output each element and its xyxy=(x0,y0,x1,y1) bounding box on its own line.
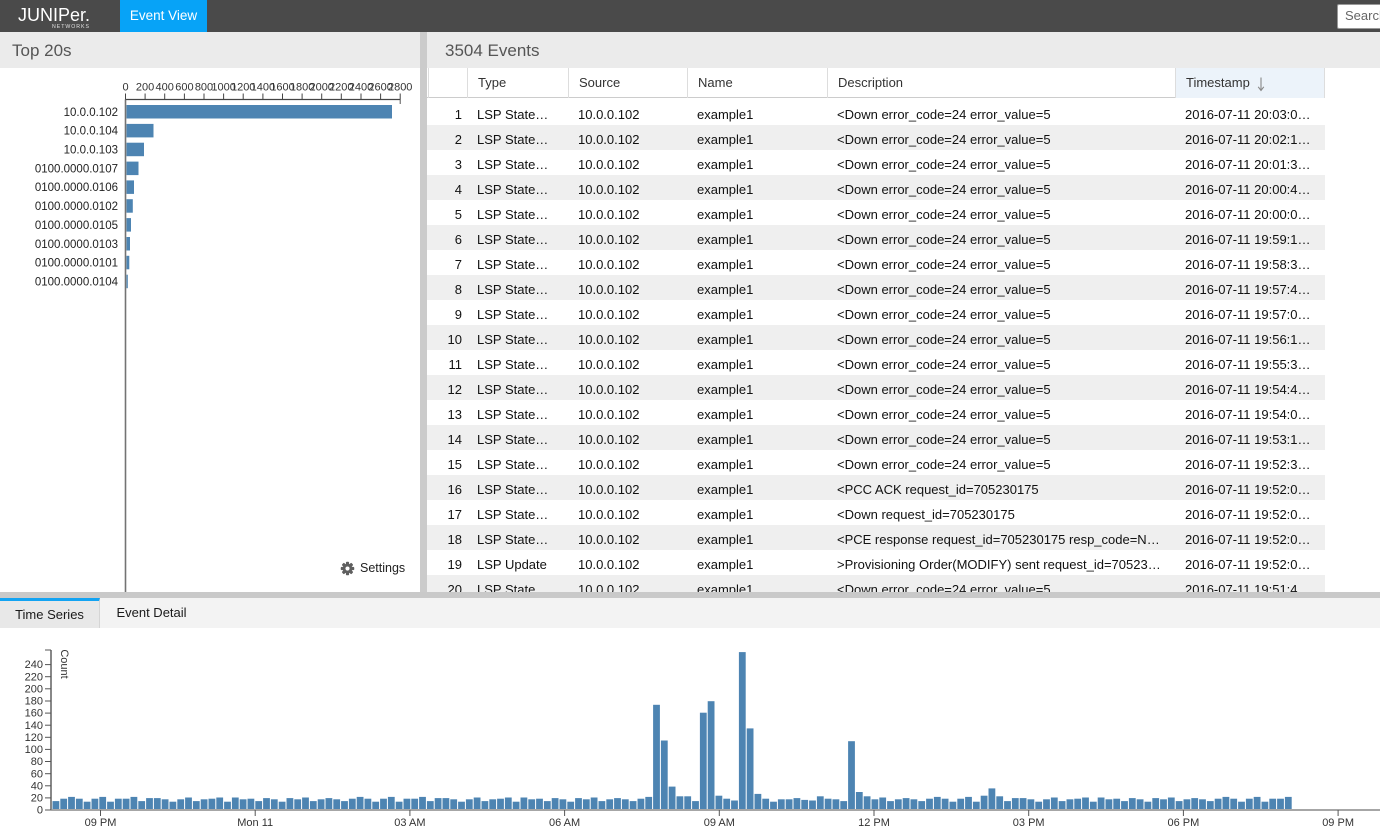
svg-text:06 AM: 06 AM xyxy=(549,817,580,829)
svg-text:400: 400 xyxy=(156,82,174,94)
svg-text:40: 40 xyxy=(31,780,43,792)
svg-text:60: 60 xyxy=(31,768,43,780)
svg-text:JUNIPer.: JUNIPer. xyxy=(18,5,90,25)
svg-text:0100.0000.0103: 0100.0000.0103 xyxy=(35,239,118,251)
svg-text:20: 20 xyxy=(31,793,43,805)
svg-text:10.0.0.104: 10.0.0.104 xyxy=(64,126,119,138)
svg-text:0100.0000.0105: 0100.0000.0105 xyxy=(35,220,118,232)
svg-text:120: 120 xyxy=(25,732,43,744)
svg-text:0: 0 xyxy=(122,82,128,94)
svg-text:09 PM: 09 PM xyxy=(1322,817,1354,829)
svg-text:10.0.0.102: 10.0.0.102 xyxy=(64,107,118,119)
svg-text:0100.0000.0101: 0100.0000.0101 xyxy=(35,258,118,270)
svg-text:2800: 2800 xyxy=(388,82,412,94)
svg-text:09 AM: 09 AM xyxy=(704,817,735,829)
svg-text:140: 140 xyxy=(25,720,43,732)
svg-text:10.0.0.103: 10.0.0.103 xyxy=(64,145,118,157)
svg-text:09 PM: 09 PM xyxy=(85,817,117,829)
svg-text:0100.0000.0104: 0100.0000.0104 xyxy=(35,277,119,289)
svg-text:100: 100 xyxy=(25,744,43,756)
svg-text:Mon 11: Mon 11 xyxy=(237,817,273,829)
svg-text:0: 0 xyxy=(37,805,43,817)
svg-text:03 PM: 03 PM xyxy=(1013,817,1045,829)
svg-text:80: 80 xyxy=(31,756,43,768)
svg-text:NETWORKS: NETWORKS xyxy=(52,24,90,30)
svg-text:06 PM: 06 PM xyxy=(1168,817,1200,829)
svg-text:200: 200 xyxy=(25,683,43,695)
svg-text:0100.0000.0102: 0100.0000.0102 xyxy=(35,201,118,213)
svg-text:240: 240 xyxy=(25,659,43,671)
svg-text:12 PM: 12 PM xyxy=(858,817,890,829)
svg-text:220: 220 xyxy=(25,671,43,683)
svg-text:180: 180 xyxy=(25,696,43,708)
svg-text:200: 200 xyxy=(136,82,154,94)
svg-text:160: 160 xyxy=(25,708,43,720)
svg-text:0100.0000.0106: 0100.0000.0106 xyxy=(35,182,118,194)
svg-text:03 AM: 03 AM xyxy=(394,817,425,829)
svg-text:Count: Count xyxy=(58,649,70,678)
svg-text:600: 600 xyxy=(175,82,193,94)
svg-text:0100.0000.0107: 0100.0000.0107 xyxy=(35,163,118,175)
